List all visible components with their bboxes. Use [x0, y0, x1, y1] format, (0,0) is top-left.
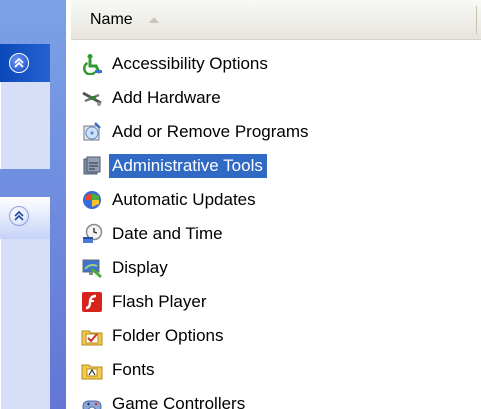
chevron-up-icon — [14, 57, 24, 68]
list-item-label: Accessibility Options — [112, 54, 268, 73]
list-item[interactable]: Fonts — [71, 353, 471, 387]
task-pane-group-top — [0, 44, 50, 169]
list-item-label: Date and Time — [112, 224, 223, 243]
task-pane-group-bottom — [0, 197, 50, 409]
game-controllers-icon — [82, 400, 102, 409]
list-item[interactable]: Accessibility Options — [71, 47, 471, 81]
list-item-label: Administrative Tools — [109, 154, 267, 178]
task-pane-group-body — [0, 239, 50, 409]
list-item[interactable]: Date and Time — [71, 217, 471, 251]
display-icon — [82, 259, 102, 279]
list-item[interactable]: Add or Remove Programs — [71, 115, 471, 149]
list-item-selected[interactable]: Administrative Tools — [71, 149, 471, 183]
add-hardware-icon — [82, 91, 102, 106]
file-list: Name Accessibility Options Add Hardware … — [71, 0, 481, 409]
column-header-name[interactable]: Name — [90, 0, 133, 40]
list-item[interactable]: Automatic Updates — [71, 183, 471, 217]
administrative-tools-icon — [83, 156, 101, 175]
task-pane — [0, 0, 66, 409]
list-item[interactable]: Flash Player — [71, 285, 471, 319]
list-item[interactable]: Add Hardware — [71, 81, 471, 115]
list-item[interactable]: Display — [71, 251, 471, 285]
task-pane-group-header[interactable] — [0, 197, 50, 239]
column-divider[interactable] — [476, 6, 477, 34]
flash-player-icon — [82, 292, 102, 312]
column-header: Name — [71, 0, 481, 40]
task-pane-group-header[interactable] — [0, 44, 50, 82]
list-item-label: Flash Player — [112, 292, 207, 311]
add-remove-programs-icon — [83, 122, 101, 141]
list-item[interactable]: Folder Options — [71, 319, 471, 353]
list-item-label: Folder Options — [112, 326, 224, 345]
list-item-label: Display — [112, 258, 168, 277]
chevron-up-icon — [14, 210, 24, 221]
fonts-icon — [81, 364, 103, 380]
folder-options-icon — [81, 330, 103, 346]
list-item-label: Fonts — [112, 360, 155, 379]
list-item-label: Game Controllers — [112, 394, 246, 409]
automatic-updates-icon — [83, 191, 101, 209]
sort-ascending-icon — [149, 17, 159, 23]
list-item[interactable]: Game Controllers — [71, 387, 471, 409]
accessibility-icon — [83, 54, 102, 75]
date-time-icon — [83, 223, 103, 243]
collapse-button[interactable] — [9, 53, 29, 73]
list-item-label: Add or Remove Programs — [112, 122, 309, 141]
task-pane-group-body — [0, 82, 50, 169]
list-item-label: Add Hardware — [112, 88, 221, 107]
list-item-label: Automatic Updates — [112, 190, 256, 209]
collapse-button[interactable] — [9, 206, 29, 226]
